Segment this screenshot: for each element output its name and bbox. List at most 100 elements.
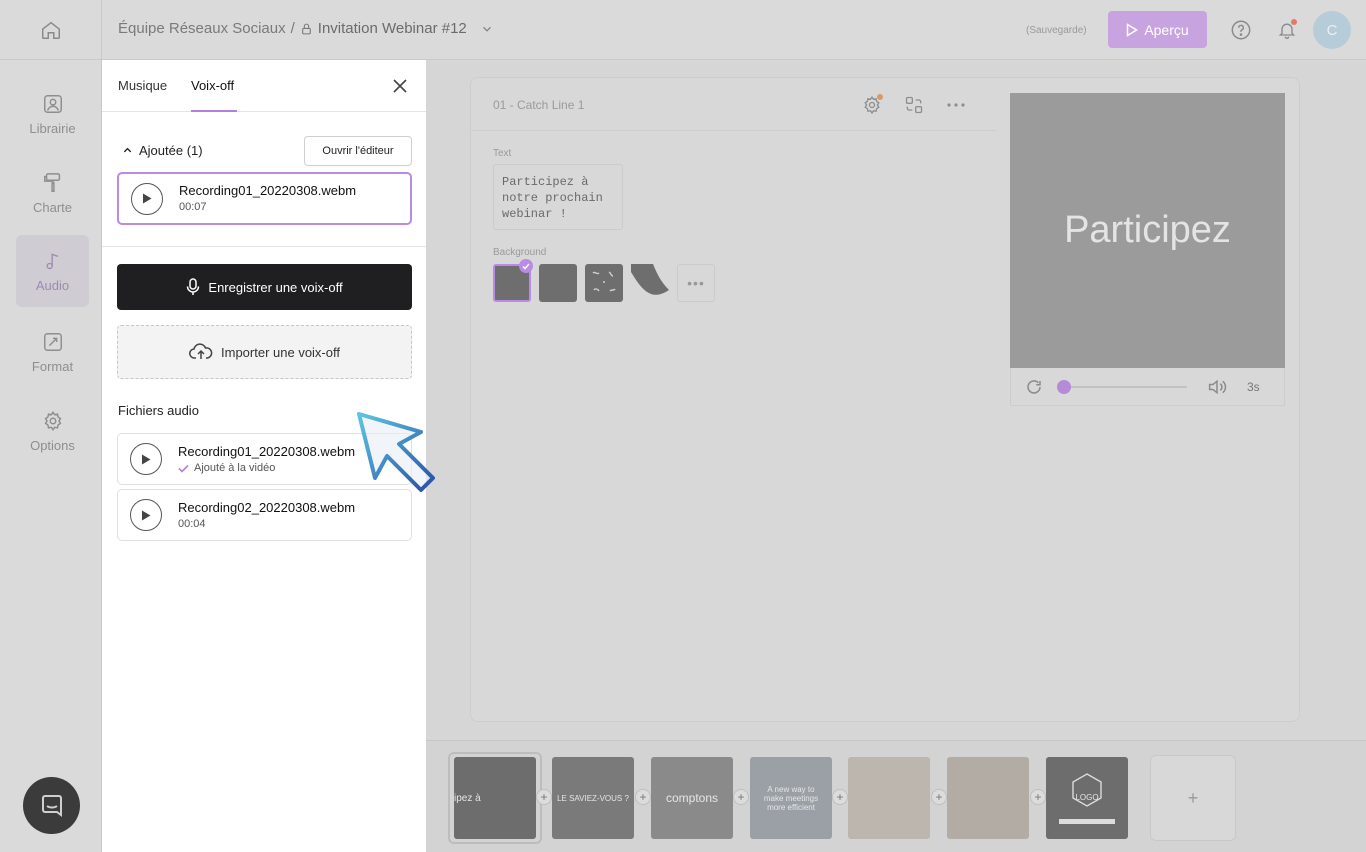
insert-scene-button[interactable]: + <box>1030 789 1046 805</box>
recording-name: Recording01_20220308.webm <box>178 444 356 459</box>
added-section-toggle[interactable]: Ajoutée (1) <box>122 143 203 158</box>
nav-item-options[interactable]: Options <box>16 395 89 467</box>
preview-label: Aperçu <box>1144 21 1189 38</box>
chevron-down-icon[interactable] <box>480 22 494 36</box>
breadcrumb-team[interactable]: Équipe Réseaux Sociaux <box>118 20 286 37</box>
timeline-thumb[interactable]: A new way to make meetings more efficien… <box>750 757 832 839</box>
scene-divider <box>471 130 996 131</box>
nav-item-label: Format <box>31 358 74 374</box>
scene-more-button[interactable] <box>945 94 967 116</box>
chevron-up-icon <box>123 147 132 153</box>
background-swatch-pattern[interactable] <box>585 264 623 302</box>
breadcrumb: Équipe Réseaux Sociaux / Invitation Webi… <box>118 20 494 37</box>
player-scrubber[interactable] <box>1057 380 1071 394</box>
timeline-thumb[interactable] <box>848 757 930 839</box>
notifications-button[interactable] <box>1275 18 1299 42</box>
background-field-label: Background <box>493 247 547 258</box>
added-to-video-label: Ajouté à la vidéo <box>194 462 276 474</box>
more-icon <box>947 103 965 107</box>
background-swatch-shape[interactable] <box>631 264 669 302</box>
nav-item-format[interactable]: Format <box>16 316 89 388</box>
scene-swap-button[interactable] <box>903 94 925 116</box>
audio-file-item[interactable]: Recording01_20220308.webm Ajouté à la vi… <box>117 433 412 485</box>
scene-timeline: ipez à + LE SAVIEZ-VOUS ? + comptons + A… <box>426 740 1366 852</box>
volume-icon[interactable] <box>1207 378 1227 396</box>
play-button[interactable] <box>131 182 163 215</box>
nav-item-label: Audio <box>35 277 70 293</box>
microphone-icon <box>187 278 200 295</box>
audio-panel: Musique Voix-off Ajoutée (1) Ouvrir l'éd… <box>102 60 426 852</box>
music-note-icon <box>46 252 58 269</box>
open-editor-button[interactable]: Ouvrir l'éditeur <box>304 136 412 166</box>
library-icon <box>43 94 62 113</box>
avatar[interactable]: C <box>1313 11 1351 49</box>
nav-item-label: Options <box>30 437 75 453</box>
record-label: Enregistrer une voix-off <box>208 279 343 295</box>
section-divider <box>102 246 426 247</box>
insert-scene-button[interactable]: + <box>733 789 749 805</box>
audio-file-item[interactable]: Recording02_20220308.webm 00:04 <box>117 489 412 541</box>
nav-item-charte[interactable]: Charte <box>16 157 89 229</box>
notification-dot <box>1291 19 1297 25</box>
player-track[interactable] <box>1063 386 1187 388</box>
background-swatch-dark[interactable] <box>539 264 577 302</box>
home-icon <box>41 21 60 39</box>
audio-tabs: Musique Voix-off <box>102 60 426 112</box>
scene-editor: 01 - Catch Line 1 Text Participez à notr… <box>470 77 1300 722</box>
scene-title: 01 - Catch Line 1 <box>493 98 585 112</box>
added-recording-card[interactable]: Recording01_20220308.webm 00:07 <box>117 172 412 225</box>
insert-scene-button[interactable]: + <box>536 789 552 805</box>
timeline-thumb[interactable] <box>947 757 1029 839</box>
timeline-thumb[interactable]: comptons <box>651 757 733 839</box>
recording-duration: 00:07 <box>179 201 207 213</box>
breadcrumb-separator: / <box>290 20 295 37</box>
logo-label: LOGO <box>1075 793 1099 802</box>
home-button[interactable] <box>0 0 102 60</box>
background-swatch-solid[interactable] <box>493 259 533 302</box>
breadcrumb-project[interactable]: Invitation Webinar #12 <box>318 20 467 37</box>
audio-files-title: Fichiers audio <box>118 403 199 418</box>
record-voiceover-button[interactable]: Enregistrer une voix-off <box>117 264 412 310</box>
scene-settings-button[interactable] <box>861 94 883 116</box>
insert-scene-button[interactable]: + <box>931 789 947 805</box>
insert-scene-button[interactable]: + <box>832 789 848 805</box>
active-tab-indicator <box>191 110 237 112</box>
play-icon <box>143 193 152 204</box>
tab-musique[interactable]: Musique <box>118 78 167 93</box>
timeline-thumb[interactable]: LE SAVIEZ-VOUS ? <box>552 757 634 839</box>
close-panel-button[interactable] <box>390 76 410 96</box>
import-label: Importer une voix-off <box>221 344 340 360</box>
play-icon <box>1127 22 1139 37</box>
chat-support-button[interactable] <box>23 777 80 834</box>
recording-name: Recording01_20220308.webm <box>179 183 357 198</box>
add-scene-button[interactable]: + <box>1150 755 1236 841</box>
preview-button[interactable]: Aperçu <box>1108 11 1207 48</box>
background-more-button[interactable]: ••• <box>677 264 715 302</box>
timeline-thumb[interactable]: LOGO <box>1046 757 1128 839</box>
recording-status: Ajouté à la vidéo <box>178 462 275 474</box>
format-icon <box>43 332 62 351</box>
play-icon <box>142 510 151 520</box>
play-button[interactable] <box>130 443 162 475</box>
help-icon <box>1231 20 1251 40</box>
player-duration: 3s <box>1247 380 1260 394</box>
scene-text-input[interactable]: Participez à notre prochain webinar ! <box>493 164 623 230</box>
chat-icon <box>41 794 62 817</box>
swap-icon <box>905 96 923 114</box>
check-icon <box>178 464 189 473</box>
text-field-label: Text <box>493 148 512 159</box>
timeline-thumb[interactable]: ipez à <box>454 757 536 839</box>
replay-icon[interactable] <box>1025 378 1043 396</box>
play-button[interactable] <box>130 499 162 531</box>
nav-item-library[interactable]: Librairie <box>16 78 89 150</box>
help-button[interactable] <box>1229 18 1253 42</box>
scene-preview: Participez <box>1010 93 1285 368</box>
selected-check-icon <box>519 259 533 273</box>
play-icon <box>142 454 151 464</box>
added-section-title: Ajoutée (1) <box>139 143 203 158</box>
tab-voix-off[interactable]: Voix-off <box>191 78 234 93</box>
nav-item-label: Librairie <box>29 120 76 136</box>
insert-scene-button[interactable]: + <box>635 789 651 805</box>
nav-item-audio[interactable]: Audio <box>16 235 89 307</box>
import-voiceover-button[interactable]: Importer une voix-off <box>117 325 412 379</box>
